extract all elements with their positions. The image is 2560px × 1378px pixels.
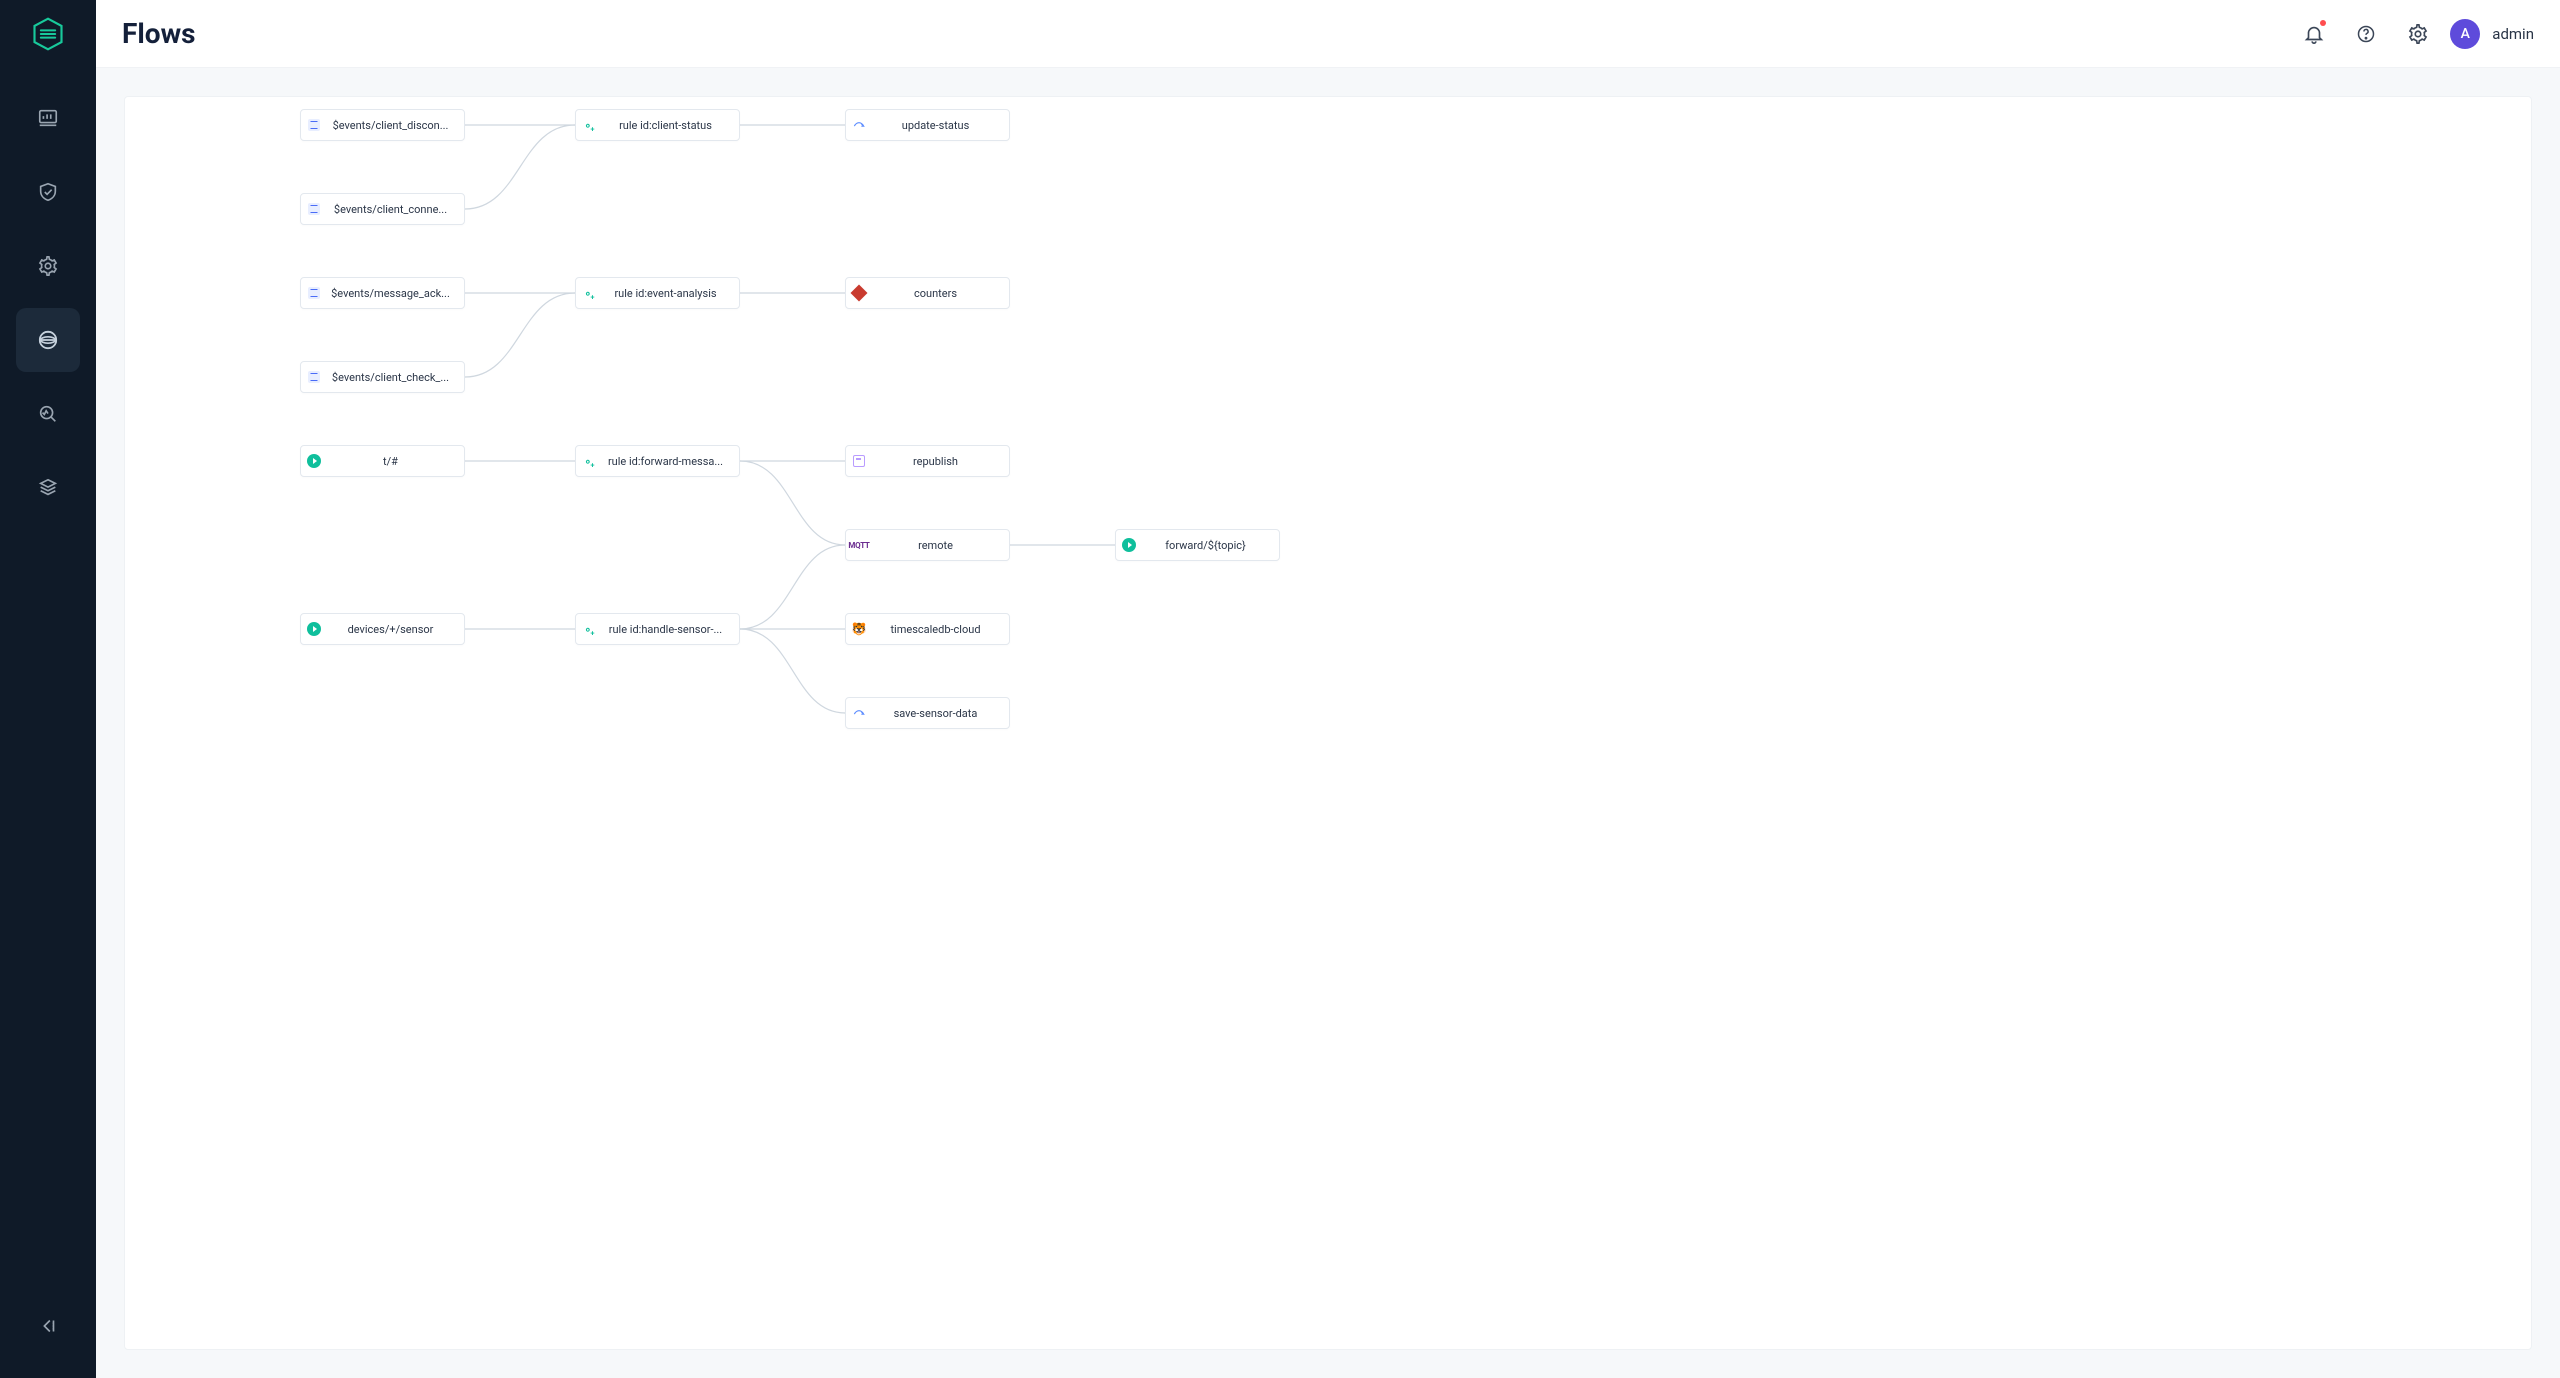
republish-icon bbox=[846, 455, 872, 467]
user-avatar[interactable]: A bbox=[2450, 19, 2480, 49]
node-label: t/# bbox=[327, 455, 464, 468]
node-label: $events/client_check_... bbox=[327, 371, 464, 384]
topic-icon bbox=[301, 622, 327, 636]
redis-icon bbox=[846, 287, 872, 299]
node-label: rule id:client-status bbox=[602, 119, 739, 132]
node-action-republish[interactable]: republish bbox=[845, 445, 1010, 477]
nav-integration-icon[interactable] bbox=[16, 308, 80, 372]
node-label: $events/client_discon... bbox=[327, 119, 464, 132]
node-input-client-disconnected[interactable]: $events/client_discon... bbox=[300, 109, 465, 141]
nav-monitor-icon[interactable] bbox=[16, 86, 80, 150]
node-label: $events/message_ack... bbox=[327, 287, 464, 300]
main: Flows A admin bbox=[96, 0, 2560, 1378]
canvas-scroll[interactable]: $events/client_discon... $events/client_… bbox=[96, 68, 2560, 1378]
rule-icon: ∘₊ bbox=[576, 455, 602, 468]
header: Flows A admin bbox=[96, 0, 2560, 68]
help-icon[interactable] bbox=[2346, 14, 2386, 54]
node-action-update-status[interactable]: update-status bbox=[845, 109, 1010, 141]
node-label: republish bbox=[872, 455, 1009, 468]
rule-icon: ∘₊ bbox=[576, 287, 602, 300]
nav-management-icon[interactable] bbox=[16, 234, 80, 298]
page-title: Flows bbox=[122, 17, 196, 50]
sidebar-collapse-icon[interactable] bbox=[16, 1294, 80, 1358]
flow-canvas[interactable]: $events/client_discon... $events/client_… bbox=[124, 96, 2532, 1350]
product-logo bbox=[28, 14, 68, 54]
node-rule-forward-message[interactable]: ∘₊ rule id:forward-messa... bbox=[575, 445, 740, 477]
timescaledb-icon: 🐯 bbox=[846, 622, 872, 636]
topic-icon bbox=[301, 454, 327, 468]
node-action-counters[interactable]: counters bbox=[845, 277, 1010, 309]
event-icon bbox=[301, 119, 327, 131]
node-label: $events/client_conne... bbox=[327, 203, 464, 216]
rule-icon: ∘₊ bbox=[576, 119, 602, 132]
event-icon bbox=[301, 203, 327, 215]
flow-edges bbox=[125, 97, 2531, 1349]
node-label: update-status bbox=[872, 119, 1009, 132]
nav-diagnose-icon[interactable] bbox=[16, 382, 80, 446]
event-icon bbox=[301, 371, 327, 383]
mqtt-icon: MQTT bbox=[846, 541, 872, 550]
node-label: save-sensor-data bbox=[872, 707, 1009, 720]
http-icon bbox=[846, 118, 872, 132]
node-rule-client-status[interactable]: ∘₊ rule id:client-status bbox=[575, 109, 740, 141]
node-label: rule id:handle-sensor-... bbox=[602, 623, 739, 636]
username: admin bbox=[2492, 25, 2534, 43]
topic-icon bbox=[1116, 538, 1142, 552]
http-icon bbox=[846, 706, 872, 720]
node-label: remote bbox=[872, 539, 1009, 552]
node-label: devices/+/sensor bbox=[327, 623, 464, 636]
event-icon bbox=[301, 287, 327, 299]
node-rule-event-analysis[interactable]: ∘₊ rule id:event-analysis bbox=[575, 277, 740, 309]
node-label: timescaledb-cloud bbox=[872, 623, 1009, 636]
node-label: forward/${topic} bbox=[1142, 539, 1279, 552]
node-input-topic-devices[interactable]: devices/+/sensor bbox=[300, 613, 465, 645]
node-action-remote[interactable]: MQTT remote bbox=[845, 529, 1010, 561]
node-action-timescaledb[interactable]: 🐯 timescaledb-cloud bbox=[845, 613, 1010, 645]
node-input-client-connected[interactable]: $events/client_conne... bbox=[300, 193, 465, 225]
node-action-save-sensor[interactable]: save-sensor-data bbox=[845, 697, 1010, 729]
node-input-client-check[interactable]: $events/client_check_... bbox=[300, 361, 465, 393]
node-rule-handle-sensor[interactable]: ∘₊ rule id:handle-sensor-... bbox=[575, 613, 740, 645]
nav-extensions-icon[interactable] bbox=[16, 456, 80, 520]
node-input-topic-t[interactable]: t/# bbox=[300, 445, 465, 477]
node-label: counters bbox=[872, 287, 1009, 300]
sidebar bbox=[0, 0, 96, 1378]
rule-icon: ∘₊ bbox=[576, 623, 602, 636]
node-input-message-acked[interactable]: $events/message_ack... bbox=[300, 277, 465, 309]
node-label: rule id:forward-messa... bbox=[602, 455, 739, 468]
notification-dot bbox=[2320, 20, 2326, 26]
notifications-icon[interactable] bbox=[2294, 14, 2334, 54]
nav-access-icon[interactable] bbox=[16, 160, 80, 224]
node-label: rule id:event-analysis bbox=[602, 287, 739, 300]
node-output-forward-topic[interactable]: forward/${topic} bbox=[1115, 529, 1280, 561]
settings-icon[interactable] bbox=[2398, 14, 2438, 54]
